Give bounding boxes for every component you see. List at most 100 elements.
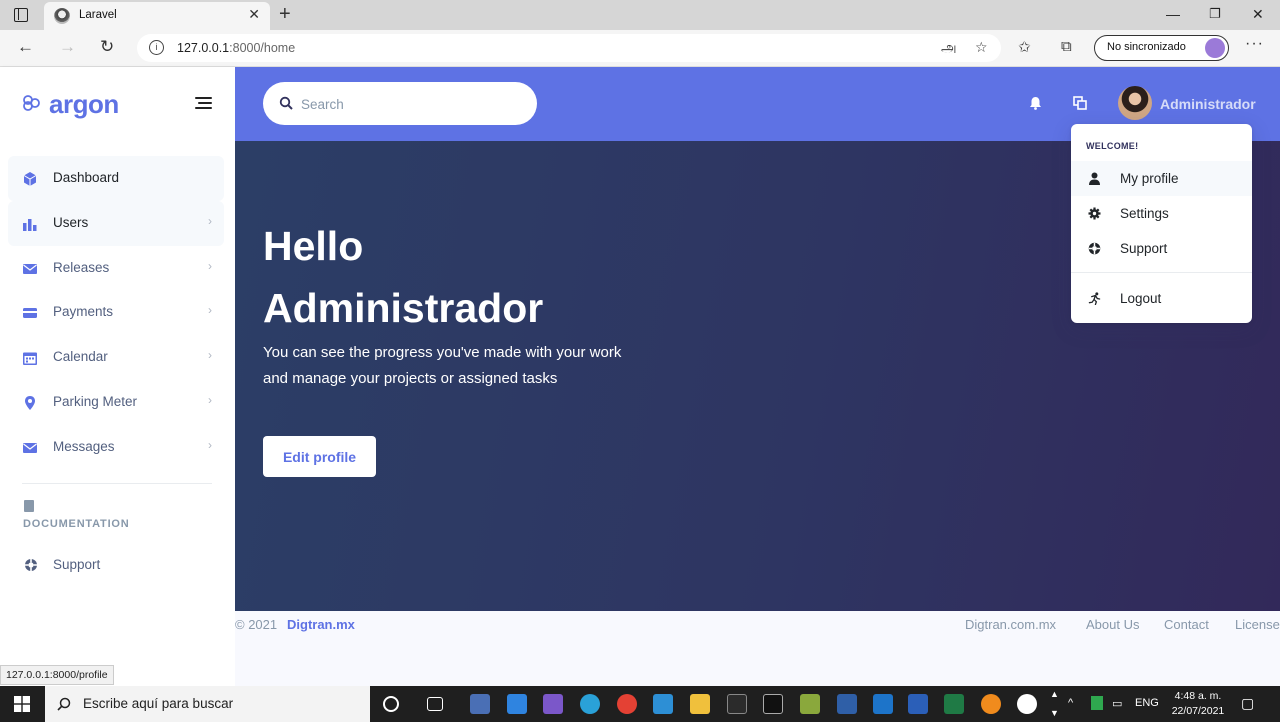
url-text[interactable]: 127.0.0.1:8000/home	[177, 41, 295, 55]
calendar-icon	[23, 352, 37, 366]
lifebuoy-icon	[1088, 242, 1101, 255]
sidebar-item-label: Calendar	[53, 349, 108, 365]
dropdown-header: WELCOME!	[1086, 141, 1139, 151]
running-icon	[1088, 292, 1101, 305]
collections-icon[interactable]: ⧉	[1061, 38, 1072, 55]
status-url-bar: 127.0.0.1:8000/profile	[0, 665, 114, 685]
sidebar-item-label: Messages	[53, 438, 115, 454]
chevron-right-icon: ›	[208, 392, 212, 407]
sidebar: argon Dashboard Users › Releases › Payme…	[0, 67, 235, 687]
sidebar-item-label: Parking Meter	[53, 393, 138, 409]
book-icon	[24, 500, 34, 512]
window-close-icon[interactable]: ✕	[1252, 6, 1264, 23]
chart-bar-icon	[23, 218, 37, 231]
minimize-icon[interactable]: —	[1166, 6, 1180, 22]
language-indicator[interactable]: ENG	[1135, 697, 1159, 709]
cortana-icon[interactable]	[383, 696, 399, 712]
menu-item-settings[interactable]: Settings	[1071, 196, 1252, 231]
sidebar-item-messages[interactable]: Messages ›	[8, 425, 224, 470]
scroll-down-icon[interactable]: ▼	[1050, 708, 1059, 718]
git-icon[interactable]	[800, 694, 820, 714]
edit-profile-button[interactable]: Edit profile	[263, 436, 376, 477]
scroll-up-icon[interactable]: ▲	[1050, 689, 1059, 699]
time-text: 4:48 a. m.	[1174, 690, 1222, 702]
sidebar-item-dashboard[interactable]: Dashboard	[8, 156, 224, 201]
tray-chevron-icon[interactable]: ^	[1068, 697, 1073, 709]
user-icon	[1089, 172, 1100, 185]
terminal-icon[interactable]	[727, 694, 747, 714]
task-view-icon[interactable]	[427, 697, 443, 711]
sidebar-item-support[interactable]: Support	[53, 557, 100, 572]
avast-icon[interactable]	[981, 694, 1001, 714]
vs-app-icon[interactable]	[543, 694, 563, 714]
brand-name: argon	[49, 89, 119, 119]
favorites-icon[interactable]: ✩	[1018, 38, 1031, 56]
refresh-icon[interactable]: ↻	[100, 38, 114, 56]
menu-item-label: Logout	[1120, 291, 1162, 306]
bell-icon[interactable]	[1029, 96, 1042, 110]
date-text: 22/07/2021	[1171, 705, 1225, 717]
powershell-icon[interactable]	[837, 694, 857, 714]
chevron-right-icon: ›	[208, 303, 212, 318]
forward-icon[interactable]: →	[59, 38, 76, 56]
profile-sync-button[interactable]: No sincronizado	[1094, 35, 1229, 61]
cmd-icon[interactable]	[763, 694, 783, 714]
avatar[interactable]	[1118, 86, 1152, 120]
word-icon[interactable]	[908, 694, 928, 714]
sidebar-item-releases[interactable]: Releases ›	[8, 246, 224, 291]
chrome-icon[interactable]	[617, 694, 637, 714]
sidebar-item-payments[interactable]: Payments ›	[8, 290, 224, 335]
profile-avatar	[1205, 38, 1225, 58]
file-explorer-icon[interactable]	[690, 694, 710, 714]
apps-icon[interactable]	[1073, 96, 1087, 110]
app-icon[interactable]	[1017, 694, 1037, 714]
chevron-right-icon: ›	[208, 437, 212, 452]
sidebar-item-parking-meter[interactable]: Parking Meter ›	[8, 380, 224, 425]
sidebar-item-label: Dashboard	[53, 170, 120, 185]
close-tab-icon[interactable]: ✕	[248, 7, 260, 21]
battery-icon[interactable]: ▭	[1112, 697, 1122, 710]
credit-card-icon	[23, 308, 37, 319]
footer-link-about-us[interactable]: About Us	[1086, 617, 1139, 632]
address-bar[interactable]: i 127.0.0.1:8000/home அ ☆	[137, 34, 1001, 62]
copyright-text: © 2021	[235, 617, 278, 632]
search-box[interactable]	[263, 82, 537, 125]
footer-link-digtran[interactable]: Digtran.com.mx	[965, 617, 1056, 632]
sidebar-item-label: Users	[53, 214, 89, 230]
read-aloud-icon[interactable]: அ	[941, 39, 957, 58]
taskbar-search[interactable]: Escribe aquí para buscar	[45, 686, 370, 722]
sidebar-item-users[interactable]: Users ›	[8, 200, 224, 246]
vscode-icon[interactable]	[653, 694, 673, 714]
sidenav-toggle-icon[interactable]	[195, 97, 212, 109]
excel-icon[interactable]	[944, 694, 964, 714]
back-icon[interactable]: ←	[17, 38, 34, 56]
footer-link-contact[interactable]: Contact	[1164, 617, 1209, 632]
calculator-icon[interactable]	[470, 694, 490, 714]
menu-item-logout[interactable]: Logout	[1071, 281, 1252, 316]
lifebuoy-icon	[25, 559, 37, 571]
tray-app-icon[interactable]	[1091, 696, 1103, 710]
clock[interactable]: 4:48 a. m. 22/07/2021	[1170, 689, 1226, 719]
menu-item-my-profile[interactable]: My profile	[1071, 161, 1252, 196]
favicon-icon	[54, 8, 70, 24]
new-tab-icon[interactable]: +	[279, 4, 291, 24]
calendar-app-icon[interactable]	[507, 694, 527, 714]
user-name[interactable]: Administrador	[1160, 96, 1256, 112]
documentation-heading: DOCUMENTATION	[23, 518, 130, 530]
company-link[interactable]: Digtran.mx	[287, 617, 355, 632]
footer-link-license[interactable]: License	[1235, 617, 1280, 632]
search-input[interactable]	[301, 94, 521, 114]
info-icon[interactable]: i	[149, 40, 164, 55]
sidebar-item-calendar[interactable]: Calendar ›	[8, 335, 224, 380]
tab-actions-icon[interactable]	[14, 8, 28, 22]
chevron-right-icon: ›	[208, 258, 212, 273]
browser-tab[interactable]: Laravel ✕	[44, 2, 270, 30]
notifications-icon[interactable]: ▢	[1241, 695, 1254, 712]
windows-start-icon[interactable]	[14, 696, 30, 712]
more-options-icon[interactable]: ···	[1245, 35, 1264, 53]
menu-item-support[interactable]: Support	[1071, 231, 1252, 266]
edge-icon[interactable]	[580, 694, 600, 714]
mail-icon[interactable]	[873, 694, 893, 714]
add-favorite-icon[interactable]: ☆	[975, 39, 988, 56]
restore-icon[interactable]: ❐	[1209, 6, 1221, 22]
